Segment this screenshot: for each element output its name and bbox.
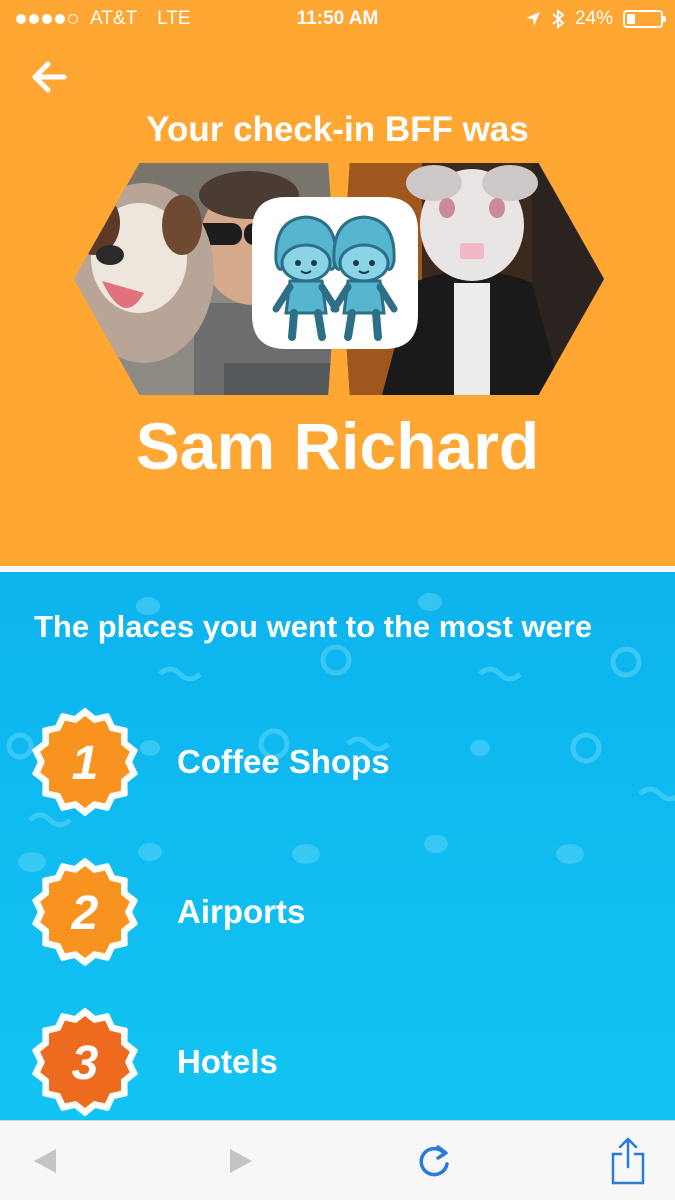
browser-back-button[interactable] [22, 1135, 74, 1187]
place-item[interactable]: 3 Hotels [0, 1007, 675, 1117]
back-arrow-icon [32, 61, 67, 93]
back-triangle-icon [34, 1149, 56, 1173]
place-item[interactable]: 2 Airports [0, 857, 675, 967]
status-right: 24% [525, 8, 666, 30]
rank-badge-icon: 2 [32, 858, 138, 966]
battery-level [627, 14, 635, 24]
bff-panel: AT&T LTE 11:50 AM 24% Your check-in BFF … [0, 0, 675, 566]
place-label: Coffee Shops [177, 743, 390, 780]
status-bar: AT&T LTE 11:50 AM 24% [0, 0, 675, 40]
forward-triangle-icon [230, 1149, 252, 1173]
places-panel: The places you went to the most were 1 Co… [0, 572, 675, 1120]
bff-headline: Your check-in BFF was [146, 110, 529, 149]
places-heading: The places you went to the most were [34, 609, 593, 644]
reload-button[interactable] [408, 1135, 460, 1187]
rank-badge-icon: 3 [32, 1008, 138, 1116]
place-item[interactable]: 1 Coffee Shops [0, 707, 675, 817]
battery-icon [623, 10, 666, 28]
bff-name: Sam Richard [135, 409, 540, 483]
location-arrow-icon [525, 12, 540, 26]
share-button[interactable] [602, 1135, 654, 1187]
rank-badge-icon: 1 [32, 708, 138, 816]
browser-forward-button[interactable] [212, 1135, 264, 1187]
back-button[interactable] [28, 55, 72, 99]
reload-icon [419, 1145, 449, 1177]
rank-number: 1 [72, 737, 99, 790]
bff-photos [74, 163, 604, 395]
battery-percent: 24% [574, 8, 613, 29]
share-icon [611, 1137, 645, 1185]
place-label: Hotels [177, 1043, 278, 1080]
rank-number: 3 [72, 1037, 99, 1090]
browser-toolbar [0, 1120, 675, 1200]
bluetooth-icon [552, 9, 565, 29]
rank-number: 2 [71, 887, 99, 940]
twins-icon [252, 197, 418, 349]
place-label: Airports [177, 893, 306, 930]
